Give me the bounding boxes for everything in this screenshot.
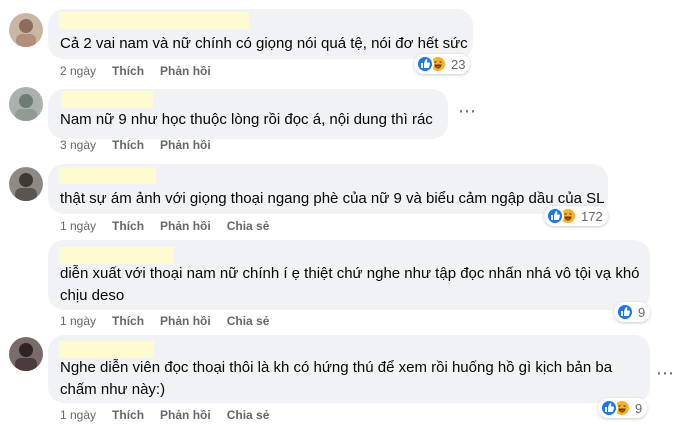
reaction-count: 23 [451, 56, 466, 72]
avatar[interactable] [9, 337, 43, 371]
reaction-count: 172 [581, 208, 603, 224]
author-name-redacted[interactable] [59, 247, 174, 264]
like-button[interactable]: Thích [112, 138, 144, 152]
thumbs-up-icon [416, 55, 434, 73]
reaction-summary[interactable]: 172 [544, 206, 608, 226]
reaction-summary[interactable]: 23 [414, 54, 471, 74]
comment-time[interactable]: 3 ngày [60, 138, 96, 152]
share-button[interactable]: Chia sẻ [227, 219, 270, 233]
reply-button[interactable]: Phản hồi [160, 138, 211, 152]
author-name-redacted[interactable] [61, 91, 153, 108]
reply-button[interactable]: Phản hồi [160, 314, 211, 328]
comment-text: Cả 2 vai nam và nữ chính có giọng nói qu… [60, 35, 468, 52]
comment-time[interactable]: 1 ngày [60, 219, 96, 233]
like-button[interactable]: Thích [112, 64, 144, 78]
comment-actions: 2 ngày Thích Phản hồi [60, 64, 227, 78]
thumbs-up-icon [546, 207, 564, 225]
comment-actions: 1 ngày Thích Phản hồi Chia sẻ [60, 314, 285, 328]
thumbs-up-icon [600, 399, 618, 417]
thumbs-up-icon [616, 303, 634, 321]
comment-5: Nghe diễn viên đọc thoại thôi là kh có h… [0, 332, 680, 425]
reaction-summary[interactable]: 9 [598, 398, 648, 418]
comment-text: Nam nữ 9 như học thuộc lòng rồi đọc á, n… [60, 111, 433, 128]
comment-1: Cả 2 vai nam và nữ chính có giọng nói qu… [0, 0, 680, 82]
like-button[interactable]: Thích [112, 219, 144, 233]
like-button[interactable]: Thích [112, 314, 144, 328]
comment-actions: 3 ngày Thích Phản hồi [60, 138, 227, 152]
comment-text: Nghe diễn viên đọc thoại thôi là kh có h… [60, 359, 613, 398]
comment-text: thật sự ám ảnh với giọng thoại ngang phè… [60, 190, 605, 207]
author-name-redacted[interactable] [59, 167, 156, 184]
comment-actions: 1 ngày Thích Phản hồi Chia sẻ [60, 219, 285, 233]
comment-text: diễn xuất với thoại nam nữ chính í ẹ thi… [60, 265, 640, 304]
comment-2: Nam nữ 9 như học thuộc lòng rồi đọc á, n… [0, 82, 680, 158]
reply-button[interactable]: Phản hồi [160, 64, 211, 78]
share-button[interactable]: Chia sẻ [227, 408, 270, 422]
reply-button[interactable]: Phản hồi [160, 408, 211, 422]
comment-time[interactable]: 1 ngày [60, 314, 96, 328]
share-button[interactable]: Chia sẻ [227, 314, 270, 328]
more-options-icon[interactable]: ⋯ [656, 364, 675, 382]
comment-time[interactable]: 2 ngày [60, 64, 96, 78]
like-button[interactable]: Thích [112, 408, 144, 422]
reaction-count: 9 [635, 400, 643, 416]
author-name-redacted[interactable] [59, 341, 154, 358]
reaction-summary[interactable]: 9 [614, 302, 651, 322]
reaction-count: 9 [638, 304, 646, 320]
author-name-redacted[interactable] [59, 12, 249, 29]
comment-4: diễn xuất với thoại nam nữ chính í ẹ thi… [0, 236, 680, 332]
reply-button[interactable]: Phản hồi [160, 219, 211, 233]
more-options-icon[interactable]: ⋯ [458, 102, 477, 120]
avatar[interactable] [9, 167, 43, 201]
comment-3: thật sự ám ảnh với giọng thoại ngang phè… [0, 158, 680, 236]
comment-actions: 1 ngày Thích Phản hồi Chia sẻ [60, 408, 285, 422]
comment-time[interactable]: 1 ngày [60, 408, 96, 422]
avatar[interactable] [9, 87, 43, 121]
avatar[interactable] [9, 13, 43, 47]
